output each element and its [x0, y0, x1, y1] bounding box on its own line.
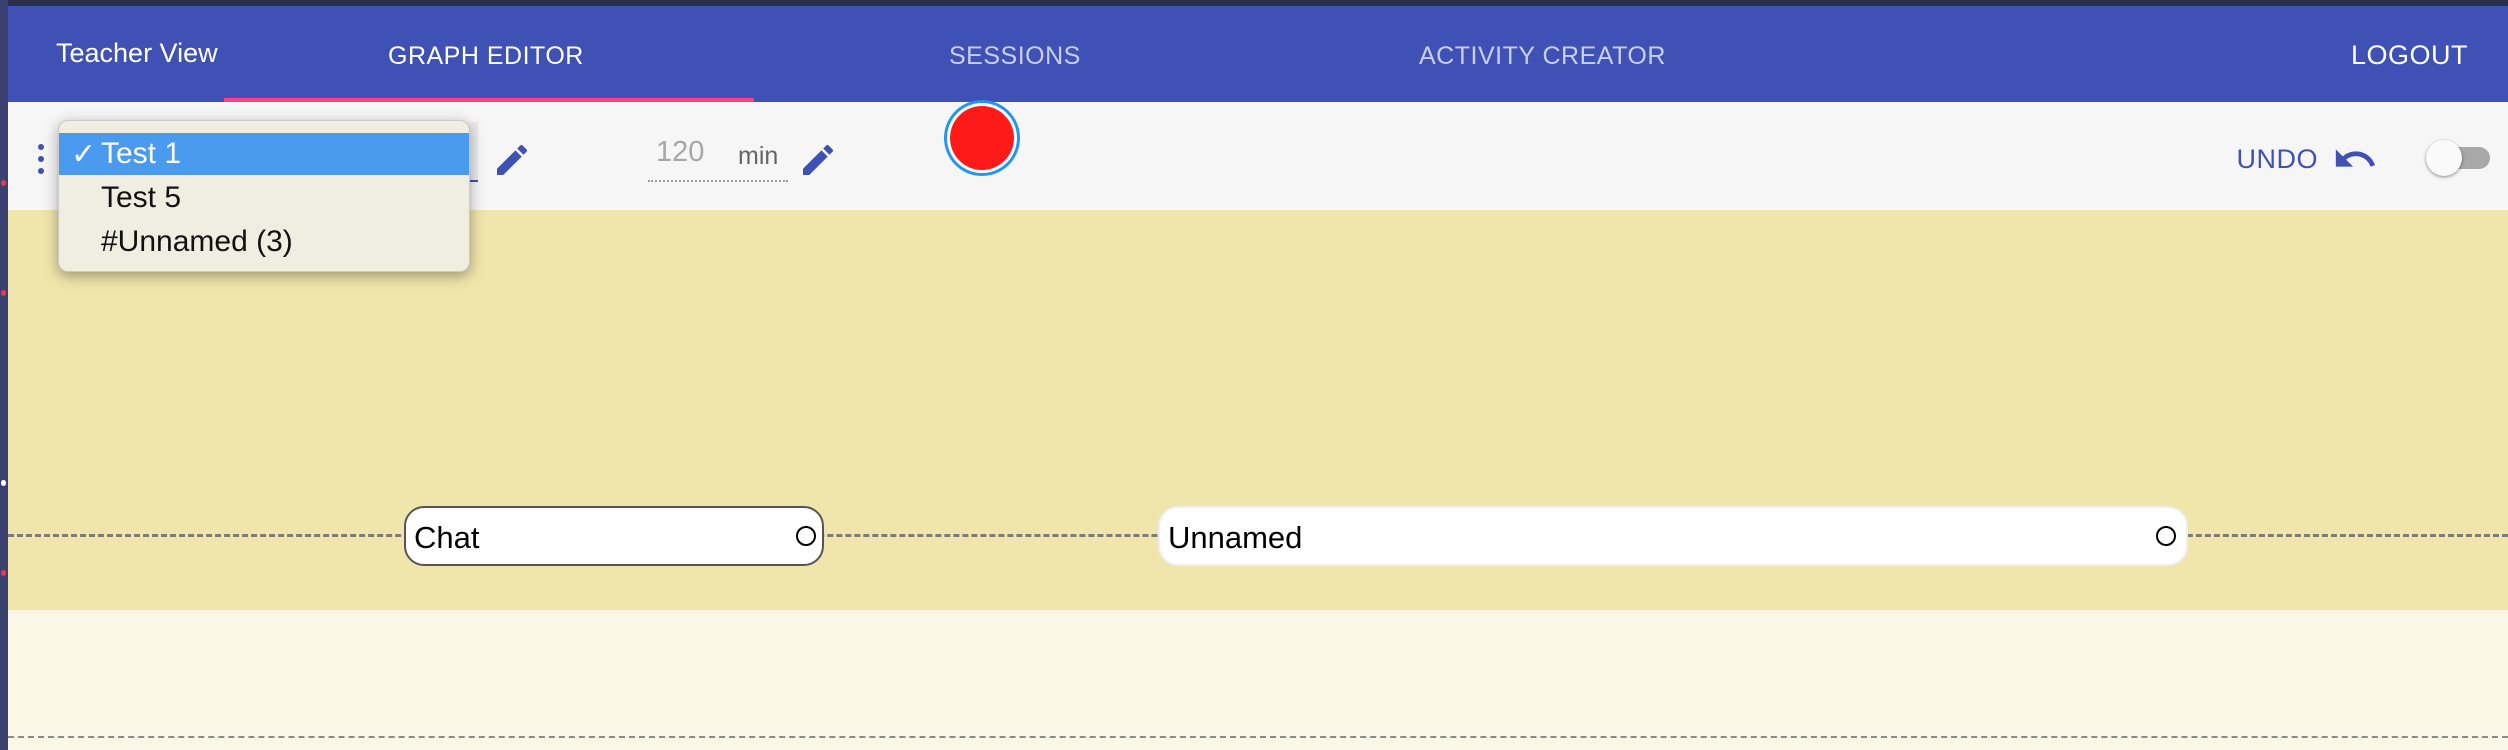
check-icon: ✓: [71, 138, 97, 171]
tab-activity-creator[interactable]: ACTIVITY CREATOR: [1419, 42, 1666, 71]
lower-plane-timeline: [8, 736, 2508, 738]
option-label: #Unnamed (3): [101, 225, 293, 258]
edge-marker: [1, 570, 6, 576]
duration-input[interactable]: 120: [656, 136, 704, 169]
app-bar: Teacher View GRAPH EDITOR SESSIONS ACTIV…: [8, 6, 2508, 102]
tab-sessions[interactable]: SESSIONS: [949, 42, 1081, 71]
activity-box-chat[interactable]: Chat: [404, 506, 824, 566]
app-window: Teacher View GRAPH EDITOR SESSIONS ACTIV…: [8, 6, 2508, 750]
connection-handle[interactable]: [2156, 526, 2176, 546]
pencil-icon[interactable]: [798, 140, 838, 180]
edge-marker: [1, 290, 6, 296]
record-indicator[interactable]: [950, 106, 1014, 170]
graph-select-dropdown: ✓ Test 1 Test 5 #Unnamed (3): [58, 120, 470, 272]
drag-handle-icon[interactable]: [38, 144, 44, 180]
activity-title: Chat: [414, 520, 480, 555]
undo-button[interactable]: UNDO: [2237, 144, 2319, 175]
pencil-icon[interactable]: [492, 140, 532, 180]
tab-graph-editor[interactable]: GRAPH EDITOR: [388, 42, 584, 71]
logout-button[interactable]: LOGOUT: [2351, 40, 2468, 71]
activity-box-unnamed[interactable]: Unnamed: [1158, 506, 2188, 566]
edge-marker: [1, 180, 6, 186]
app-title: Teacher View: [56, 38, 218, 68]
toggle-thumb[interactable]: [2426, 140, 2462, 176]
mode-toggle[interactable]: [2426, 140, 2490, 176]
duration-field[interactable]: 120 min: [648, 132, 788, 182]
window-left-edge: [0, 0, 8, 750]
dropdown-option[interactable]: #Unnamed (3): [59, 221, 469, 263]
activity-title: Unnamed: [1168, 520, 1303, 555]
connection-handle[interactable]: [796, 526, 816, 546]
option-label: Test 1: [101, 137, 182, 170]
edge-marker: [1, 480, 6, 486]
duration-unit: min: [738, 142, 779, 170]
plane-lower: [8, 610, 2508, 750]
option-label: Test 5: [101, 181, 182, 214]
dropdown-option[interactable]: Test 5: [59, 177, 469, 219]
undo-icon[interactable]: [2332, 136, 2378, 182]
dropdown-option[interactable]: ✓ Test 1: [59, 133, 469, 175]
